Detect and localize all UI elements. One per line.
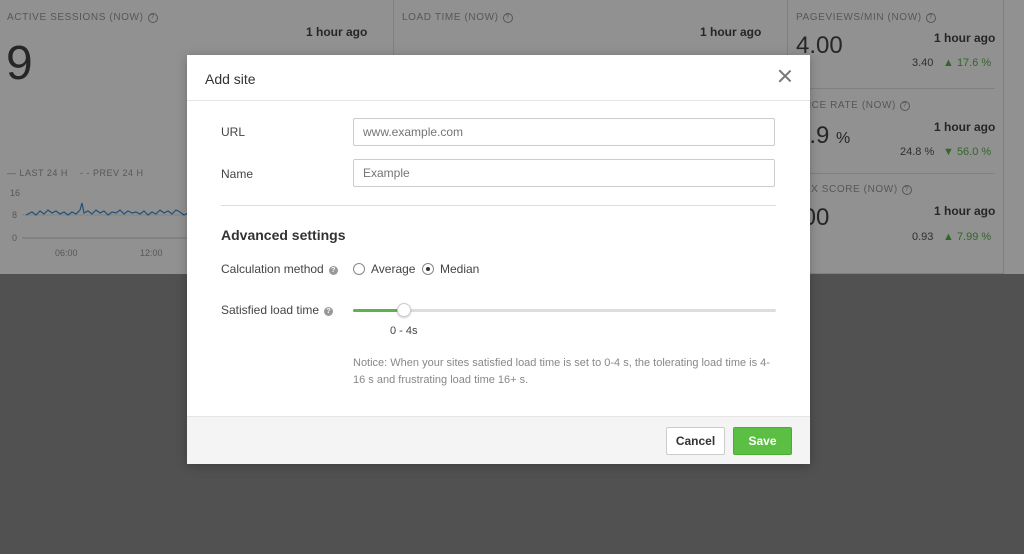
load-time-slider[interactable]	[353, 303, 776, 317]
cancel-button[interactable]: Cancel	[666, 427, 725, 455]
help-icon[interactable]: ?	[324, 307, 334, 316]
dialog-footer: Cancel Save	[187, 416, 810, 464]
url-input[interactable]	[353, 118, 775, 146]
section-divider	[221, 205, 776, 206]
name-input[interactable]	[353, 159, 775, 187]
help-icon[interactable]: ?	[328, 266, 338, 275]
radio-average-label: Average	[371, 262, 416, 276]
dialog-title: Add site	[205, 71, 256, 87]
name-label: Name	[221, 167, 254, 181]
calculation-method-label: Calculation method?	[221, 262, 338, 276]
radio-unchecked-icon	[353, 263, 365, 275]
save-button[interactable]: Save	[733, 427, 792, 455]
dialog-header: Add site	[187, 55, 810, 101]
slider-value: 0 - 4s	[390, 325, 418, 337]
satisfied-load-time-label: Satisfied load time?	[221, 303, 334, 317]
radio-checked-icon	[422, 263, 434, 275]
url-label: URL	[221, 125, 246, 139]
close-icon[interactable]	[776, 67, 794, 85]
slider-handle[interactable]	[397, 303, 411, 317]
notice-text: Notice: When your sites satisfied load t…	[353, 357, 770, 386]
radio-average[interactable]: Average	[353, 262, 415, 276]
radio-median[interactable]: Median	[422, 262, 479, 276]
radio-median-label: Median	[440, 262, 480, 276]
advanced-settings-heading: Advanced settings	[221, 227, 346, 243]
add-site-dialog: Add site URL Name Advanced settings Calc…	[187, 55, 810, 464]
